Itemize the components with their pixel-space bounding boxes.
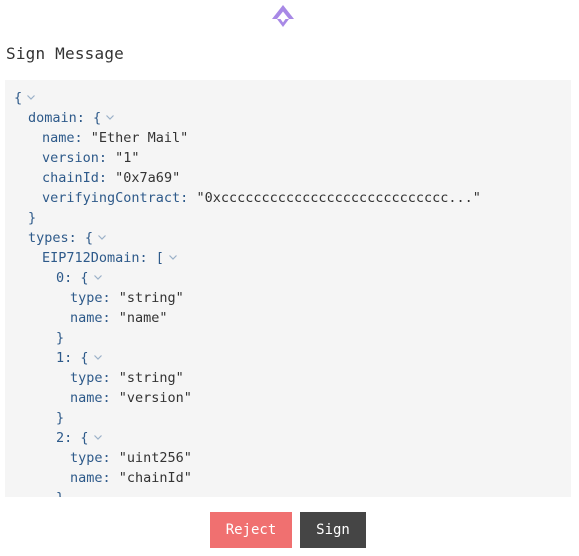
json-line: { (14, 88, 37, 108)
sign-message-page: Sign Message {domain: {name: "Ether Mail… (0, 0, 579, 556)
app-logo-icon (270, 3, 296, 29)
json-line: 1: { (56, 348, 104, 368)
json-punct: } (28, 210, 37, 226)
json-punct: } (56, 410, 65, 426)
json-value: "0xcccccccccccccccccccccccccccc..." (196, 190, 481, 206)
json-punct: } (56, 490, 64, 497)
json-punct: : (74, 130, 91, 146)
json-key: verifyingContract (42, 190, 181, 206)
json-line: type: "uint256" (70, 448, 192, 468)
chevron-down-icon[interactable] (104, 111, 116, 123)
json-line: chainId: "0x7a69" (42, 168, 180, 188)
chevron-down-icon[interactable] (92, 271, 104, 283)
json-line: type: "string" (70, 288, 184, 308)
json-punct: : [ (139, 250, 164, 266)
sign-button[interactable]: Sign (300, 512, 366, 548)
json-line: name: "name" (70, 308, 168, 328)
json-value: "string" (118, 290, 184, 306)
json-key: name (70, 390, 103, 406)
reject-button[interactable]: Reject (210, 512, 292, 548)
json-line: name: "version" (70, 388, 192, 408)
json-punct: { (14, 90, 23, 106)
json-key: types (28, 230, 69, 246)
json-value: "1" (115, 150, 140, 166)
json-punct: : (102, 290, 119, 306)
chevron-down-icon[interactable] (25, 91, 37, 103)
json-punct: : (180, 190, 197, 206)
json-key: 1 (56, 350, 65, 366)
json-key: EIP712Domain (42, 250, 140, 266)
json-punct: : (98, 150, 116, 166)
json-line: } (56, 408, 64, 428)
json-punct: : (102, 310, 119, 326)
json-punct: : { (64, 350, 89, 366)
chevron-down-icon[interactable] (96, 231, 108, 243)
json-line: verifyingContract: "0xcccccccccccccccccc… (42, 188, 481, 208)
json-line: } (56, 328, 64, 348)
json-value: "version" (118, 390, 192, 406)
chevron-down-icon[interactable] (92, 351, 104, 363)
json-value: "Ether Mail" (90, 130, 189, 146)
json-line: } (56, 488, 64, 497)
json-line: version: "1" (42, 148, 140, 168)
json-key: chainId (42, 170, 99, 186)
json-line: 0: { (56, 268, 104, 288)
json-key: version (42, 150, 99, 166)
json-punct: : { (64, 270, 89, 286)
json-value: "string" (118, 370, 184, 386)
json-punct: : { (76, 110, 102, 126)
json-key: domain (28, 110, 77, 126)
json-key: 2 (56, 430, 65, 446)
json-line: name: "Ether Mail" (42, 128, 188, 148)
json-key: 0 (56, 270, 65, 286)
json-punct: } (56, 330, 65, 346)
json-key: type (70, 450, 103, 466)
json-key: type (70, 290, 103, 306)
json-key: name (42, 130, 75, 146)
json-punct: : { (68, 230, 94, 246)
json-punct: : (102, 370, 119, 386)
json-key: name (70, 470, 103, 486)
json-line: types: { (28, 228, 108, 248)
chevron-down-icon[interactable] (92, 431, 104, 443)
json-line: name: "chainId" (70, 468, 192, 488)
json-line: EIP712Domain: [ (42, 248, 179, 268)
json-value: "uint256" (118, 450, 192, 466)
message-json-viewer[interactable]: {domain: {name: "Ether Mail" version: "1"… (5, 80, 571, 497)
json-key: name (70, 310, 103, 326)
json-punct: : { (64, 430, 89, 446)
json-line: } (28, 208, 36, 228)
chevron-down-icon[interactable] (167, 251, 179, 263)
json-line: domain: { (28, 108, 116, 128)
json-value: "0x7a69" (115, 170, 181, 186)
json-key: type (70, 370, 103, 386)
json-punct: : (102, 450, 119, 466)
json-value: "name" (118, 310, 168, 326)
json-line: 2: { (56, 428, 104, 448)
page-title: Sign Message (6, 44, 124, 63)
json-value: "chainId" (118, 470, 192, 486)
json-punct: : (102, 390, 119, 406)
json-punct: : (102, 470, 119, 486)
json-line: type: "string" (70, 368, 184, 388)
json-punct: : (98, 170, 116, 186)
